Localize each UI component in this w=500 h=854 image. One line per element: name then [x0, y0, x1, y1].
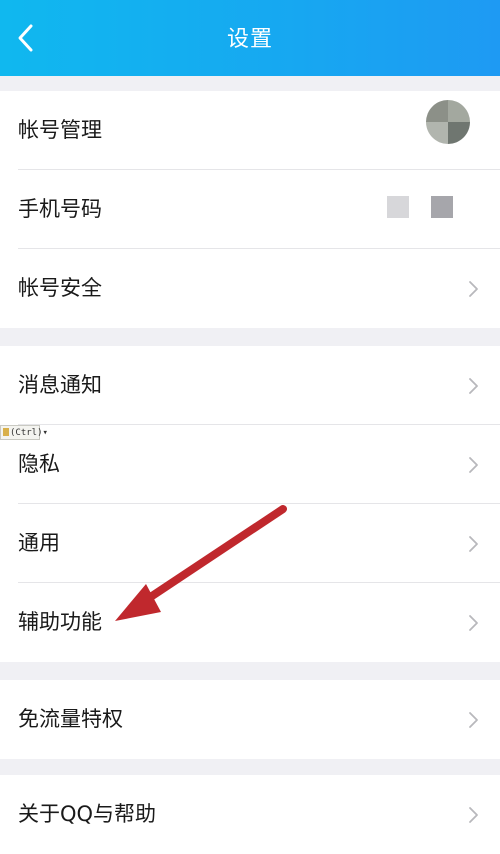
- chevron-right-icon: [469, 378, 478, 394]
- account-section: 帐号管理 手机号码 帐号安全: [0, 91, 500, 328]
- blurred-phone-value: [431, 196, 453, 218]
- settings-item-label: 帐号安全: [18, 276, 102, 300]
- settings-item-account-security[interactable]: 帐号安全: [0, 249, 500, 328]
- paste-options-tag[interactable]: (Ctrl)▾: [0, 425, 48, 440]
- page-title: 设置: [226, 27, 273, 52]
- ctrl-tag-label: (Ctrl): [10, 428, 43, 438]
- settings-item-label: 辅助功能: [18, 610, 102, 634]
- settings-item-label: 消息通知: [18, 373, 102, 397]
- clipboard-icon: [3, 428, 9, 436]
- about-section: 关于QQ与帮助: [0, 775, 500, 854]
- settings-item-about-help[interactable]: 关于QQ与帮助: [0, 775, 500, 854]
- traffic-section: 免流量特权: [0, 680, 500, 759]
- settings-item-notifications[interactable]: 消息通知: [0, 346, 500, 425]
- general-section: 消息通知 隐私 通用 辅助功能: [0, 346, 500, 662]
- dropdown-caret-icon: ▾: [42, 428, 48, 438]
- settings-item-label: 关于QQ与帮助: [18, 802, 157, 826]
- chevron-right-icon: [469, 807, 478, 823]
- settings-item-phone-number[interactable]: 手机号码: [0, 170, 500, 249]
- settings-item-label: 免流量特权: [18, 707, 123, 731]
- settings-item-label: 手机号码: [18, 197, 102, 221]
- avatar: [426, 100, 470, 144]
- settings-item-free-data-privilege[interactable]: 免流量特权: [0, 680, 500, 759]
- settings-item-label: 帐号管理: [18, 118, 102, 142]
- settings-item-accessibility[interactable]: 辅助功能: [0, 583, 500, 662]
- chevron-right-icon: [469, 536, 478, 552]
- settings-item-general[interactable]: 通用: [0, 504, 500, 583]
- settings-item-label: 通用: [18, 531, 60, 555]
- title-bar: 设置: [0, 0, 500, 76]
- settings-item-account-management[interactable]: 帐号管理: [0, 91, 500, 170]
- chevron-right-icon: [469, 281, 478, 297]
- chevron-right-icon: [469, 712, 478, 728]
- settings-item-privacy[interactable]: 隐私: [0, 425, 500, 504]
- chevron-right-icon: [469, 615, 478, 631]
- chevron-right-icon: [469, 457, 478, 473]
- blurred-phone-value: [387, 196, 409, 218]
